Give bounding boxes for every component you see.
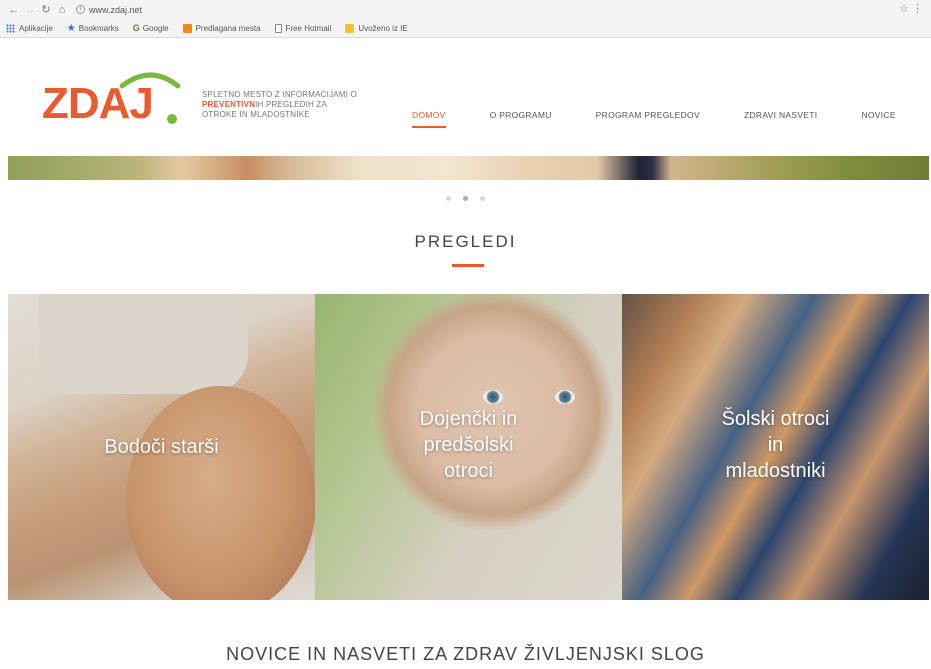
zdaj-logo[interactable]: ZDAJ — [42, 68, 192, 148]
info-icon[interactable]: i — [76, 5, 85, 14]
url-text[interactable]: www.zdaj.net — [89, 5, 142, 15]
tile-bodoci-starsi[interactable]: Bodoči starši — [8, 294, 315, 600]
slider-dots — [0, 196, 931, 201]
bookmark-free-hotmail[interactable]: Free Hotmail — [274, 23, 332, 33]
bookmark-label: Uvoženo iz IE — [358, 23, 408, 33]
nav-item-program-pregledov[interactable]: PROGRAM PREGLEDOV — [596, 110, 700, 120]
tile-label-line: mladostniki — [725, 460, 826, 482]
bookmark-bookmarks[interactable]: ★ Bookmarks — [67, 23, 119, 34]
tile-label-line: in — [767, 434, 784, 456]
folder-icon — [345, 23, 355, 33]
tile-label-line: Bodoči starši — [104, 436, 219, 458]
news-section-title: NOVICE IN NASVETI ZA ZDRAV ŽIVLJENJSKI S… — [226, 644, 705, 664]
nav-item-novice[interactable]: NOVICE — [861, 110, 895, 120]
nav-item-domov[interactable]: DOMOV — [412, 110, 446, 128]
site-header: ZDAJ SPLETNO MESTO Z INFORMACIJAMI O PRE… — [0, 38, 931, 156]
bookmark-uvozeno-iz-ie[interactable]: Uvoženo iz IE — [345, 23, 408, 33]
tagline-line-2: PREVENTIVNIH PREGLEDIH ZA — [202, 100, 412, 110]
category-tiles: Bodoči starši Dojenčki in predšolski otr… — [8, 294, 929, 600]
bookmark-google[interactable]: G Google — [133, 23, 169, 33]
tile-dojencki[interactable]: Dojenčki in predšolski otroci — [315, 294, 622, 600]
reload-icon[interactable]: ↻ — [38, 2, 54, 18]
tile-label-line: otroci — [444, 460, 493, 482]
bookmark-aplikacije[interactable]: Aplikacije — [6, 23, 53, 33]
menu-kebab-icon[interactable]: ⋮ — [912, 2, 923, 15]
bookmark-label: Bookmarks — [78, 23, 119, 33]
tile-label-line: Šolski otroci — [721, 408, 830, 430]
bookmark-predlagana-mesta[interactable]: Predlagana mesta — [182, 23, 261, 33]
tile-label: Šolski otroci in mladostniki — [622, 406, 929, 484]
bookmark-label: Google — [142, 23, 169, 33]
star-icon: ★ — [66, 22, 76, 34]
bookmark-label: Aplikacije — [19, 23, 53, 33]
logo-text: ZDAJ — [42, 79, 154, 128]
nav-item-zdravi-nasveti[interactable]: ZDRAVI NASVETI — [744, 110, 817, 120]
slider-dot[interactable] — [446, 196, 451, 201]
browser-chrome: ← → ↻ ⌂ i www.zdaj.net ☆ ⋮ Aplikacije ★ … — [0, 0, 931, 38]
tagline-line-1: SPLETNO MESTO Z INFORMACIJAMI O — [202, 90, 357, 99]
bookmark-label: Free Hotmail — [285, 23, 332, 33]
bookmark-star-icon[interactable]: ☆ — [899, 2, 909, 15]
page-icon — [274, 23, 282, 33]
url-field[interactable]: i www.zdaj.net — [76, 5, 142, 15]
home-icon[interactable]: ⌂ — [54, 2, 70, 18]
tile-solski-otroci[interactable]: Šolski otroci in mladostniki — [622, 294, 929, 600]
main-nav: DOMOV O PROGRAMU PROGRAM PREGLEDOV ZDRAV… — [412, 110, 896, 128]
site-tagline: SPLETNO MESTO Z INFORMACIJAMI O PREVENTI… — [202, 90, 412, 120]
section-title-pregledi: PREGLEDI — [414, 232, 517, 251]
tile-label: Bodoči starši — [8, 434, 315, 460]
forward-arrow-icon[interactable]: → — [22, 2, 38, 18]
tagline-line-3: OTROKE IN MLADOSTNIKE — [202, 110, 310, 119]
hero-slider-image[interactable] — [8, 156, 929, 180]
suggested-sites-icon — [182, 23, 192, 33]
apps-grid-icon — [6, 23, 15, 33]
bookmark-label: Predlagana mesta — [195, 23, 261, 33]
slider-dot[interactable] — [480, 196, 485, 201]
tile-label: Dojenčki in predšolski otroci — [315, 406, 622, 484]
tile-label-line: predšolski — [423, 434, 514, 456]
nav-item-o-programu[interactable]: O PROGRAMU — [490, 110, 552, 120]
address-bar-row: ← → ↻ ⌂ i www.zdaj.net ☆ ⋮ — [0, 0, 931, 19]
back-arrow-icon[interactable]: ← — [6, 2, 22, 18]
tagline-line-2-rest: IH PREGLEDIH ZA — [255, 100, 328, 109]
tagline-emphasis: PREVENTIVN — [202, 100, 256, 109]
bookmarks-bar: Aplikacije ★ Bookmarks G Google Predlaga… — [0, 19, 931, 37]
section-title-underline — [452, 264, 484, 267]
slider-dot-active[interactable] — [463, 196, 468, 201]
logo-dot — [167, 114, 177, 124]
google-icon: G — [132, 23, 140, 33]
tile-label-line: Dojenčki in — [419, 408, 518, 430]
